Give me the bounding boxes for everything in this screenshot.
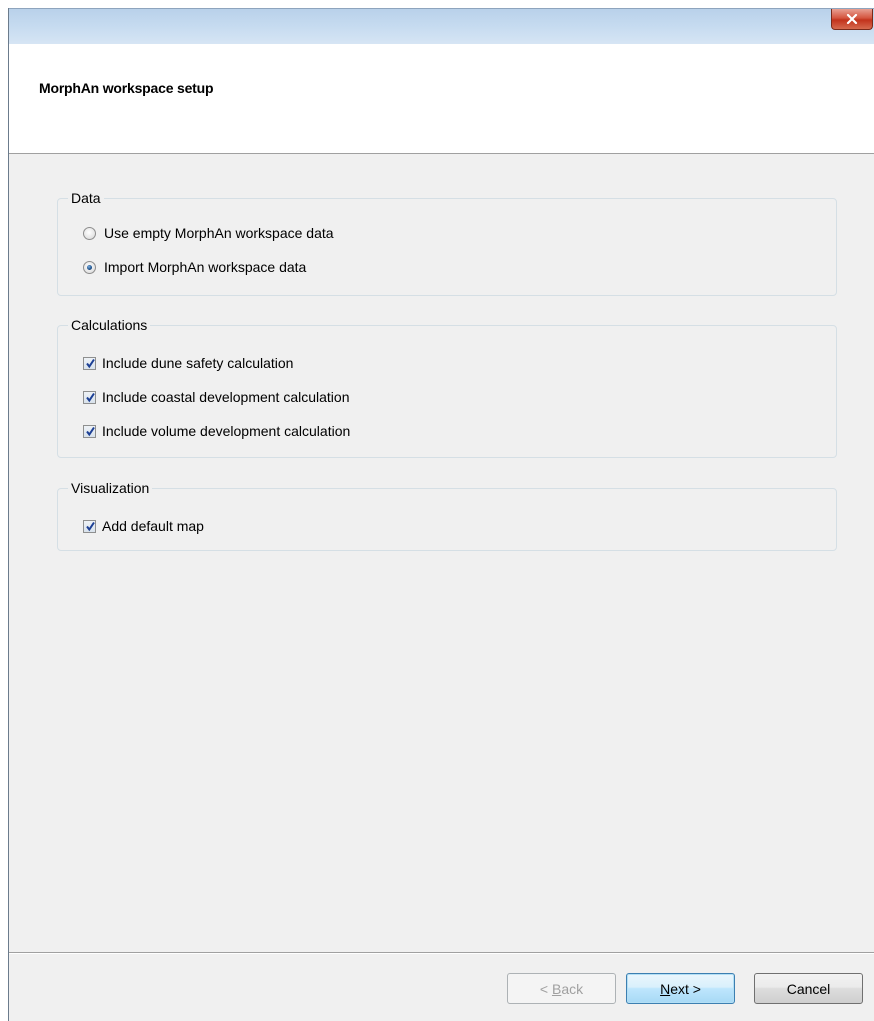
next-mnemonic: N [660,980,671,997]
radio-indicator[interactable] [83,226,96,240]
back-button[interactable]: < Back [507,973,616,1004]
checkmark-icon [86,426,95,436]
coastal-development-checkbox[interactable]: Include coastal development calculation [83,387,350,407]
data-group-label: Data [68,189,104,207]
volume-development-checkbox[interactable]: Include volume development calculation [83,421,350,441]
dune-safety-label: Include dune safety calculation [102,355,294,371]
calculations-group: Calculations Include dune safety calcula… [57,316,837,458]
footer-divider-highlight [9,953,874,954]
checkmark-icon [86,392,95,402]
checkbox-box[interactable] [83,519,96,533]
page-title: MorphAn workspace setup [39,80,214,96]
use-empty-data-radio[interactable]: Use empty MorphAn workspace data [83,223,334,243]
radio-indicator-selected[interactable] [83,260,96,274]
visualization-group: Visualization Add default map [57,479,837,551]
data-group: Data Use empty MorphAn workspace data Im… [57,189,837,296]
back-prefix: < [539,980,552,997]
checkbox-box[interactable] [83,356,96,370]
next-button[interactable]: Next > [626,973,735,1004]
setup-wizard-window: MorphAn workspace setup Data Use empty M… [8,8,874,1021]
next-rest: ext > [670,980,701,997]
close-icon [846,14,858,24]
title-bar[interactable] [9,8,874,44]
calculations-group-label: Calculations [68,316,151,334]
import-data-radio[interactable]: Import MorphAn workspace data [83,257,306,277]
cancel-button[interactable]: Cancel [754,973,863,1004]
wizard-header: MorphAn workspace setup [9,44,874,154]
checkmark-icon [86,521,95,531]
volume-development-label: Include volume development calculation [102,423,351,439]
checkbox-box[interactable] [83,390,96,404]
dune-safety-checkbox[interactable]: Include dune safety calculation [83,353,293,373]
back-rest: ack [561,980,584,997]
coastal-development-label: Include coastal development calculation [102,389,350,405]
back-mnemonic: B [551,980,562,997]
visualization-group-label: Visualization [68,479,153,497]
use-empty-data-label: Use empty MorphAn workspace data [104,225,334,241]
default-map-label: Add default map [102,518,204,534]
import-data-label: Import MorphAn workspace data [104,259,307,275]
default-map-checkbox[interactable]: Add default map [83,516,204,536]
checkmark-icon [86,358,95,368]
checkbox-box[interactable] [83,424,96,438]
close-button[interactable] [831,9,873,30]
